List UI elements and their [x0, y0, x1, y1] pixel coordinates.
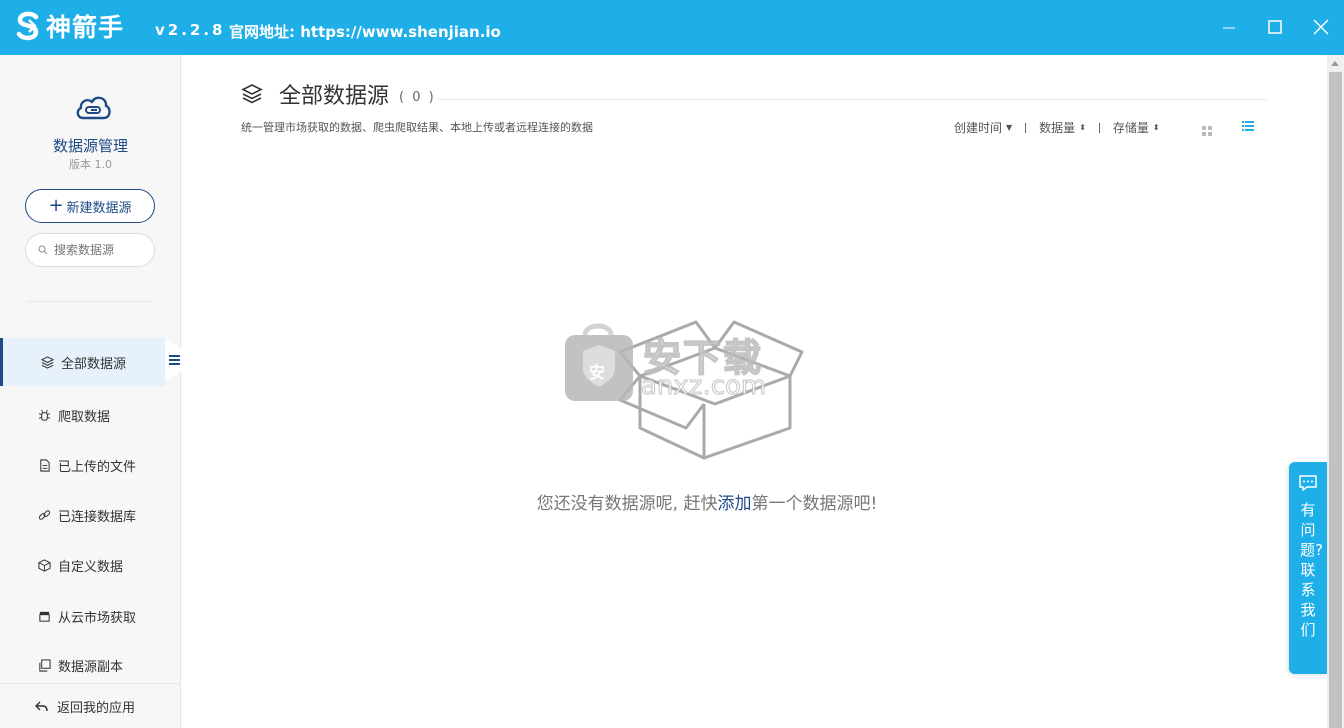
sidebar-item-all-datasources[interactable]: 全部数据源 — [0, 338, 165, 386]
page-title: 全部数据源 — [279, 84, 390, 109]
sidebar: 数据源管理 版本 1.0 + 新建数据源 全部数据源 爬取数据 已上传的文件 — [0, 55, 181, 728]
page-header: 全部数据源 ( 0 ) — [241, 78, 436, 110]
watermark-domain: anxz.com — [640, 371, 767, 402]
minimize-button[interactable] — [1214, 12, 1244, 42]
app-version: v2.2.8 — [155, 21, 226, 39]
title-bar: 神箭手 v2.2.8 官网地址: https://www.shenjian.io — [0, 0, 1344, 55]
copy-icon — [36, 657, 52, 673]
sort-separator — [1025, 122, 1027, 133]
page-subtitle: 统一管理市场获取的数据、爬虫爬取结果、本地上传或者远程连接的数据 — [241, 121, 593, 134]
app-name: 神箭手 — [46, 13, 125, 42]
menu-icon — [169, 355, 180, 365]
sort-created-time[interactable]: 创建时间 ▼ — [954, 119, 1012, 136]
close-icon — [1313, 19, 1329, 35]
new-datasource-label: 新建数据源 — [66, 200, 132, 216]
collapse-toggle[interactable] — [165, 340, 181, 380]
search-icon — [38, 245, 48, 255]
sort-down-icon: ▼ — [1006, 122, 1013, 132]
sidebar-item-label: 已上传的文件 — [58, 459, 137, 475]
help-contact-widget[interactable]: 有问题?联系我们 — [1289, 462, 1327, 674]
sidebar-item-label: 全部数据源 — [61, 356, 127, 372]
store-icon — [36, 608, 52, 624]
add-datasource-link[interactable]: 添加 — [717, 494, 751, 514]
datasource-count: ( 0 ) — [399, 89, 436, 105]
sort-label: 数据量 — [1039, 121, 1076, 135]
grid-icon — [1202, 126, 1212, 136]
scroll-up-arrow-icon[interactable] — [1331, 61, 1339, 66]
search-box[interactable] — [25, 233, 155, 267]
sort-data-volume[interactable]: 数据量 ⬍ — [1039, 119, 1086, 136]
layers-icon — [241, 84, 263, 104]
cube-icon — [36, 557, 52, 573]
sidebar-item-datasource-copies[interactable]: 数据源副本 — [0, 641, 181, 689]
sidebar-item-label: 自定义数据 — [58, 559, 124, 575]
sort-bar: 创建时间 ▼ 数据量 ⬍ 存储量 ⬍ — [954, 119, 1160, 136]
sidebar-item-label: 数据源副本 — [58, 659, 124, 675]
file-icon — [36, 457, 52, 473]
search-input[interactable] — [54, 243, 146, 257]
watermark: 安 安下载 anxz.com — [563, 321, 803, 411]
sidebar-item-label: 从云市场获取 — [58, 610, 137, 626]
sidebar-item-uploaded-files[interactable]: 已上传的文件 — [0, 441, 181, 489]
minimize-icon — [1223, 27, 1235, 29]
watermark-badge: 安 — [589, 363, 606, 382]
sort-updown-icon: ⬍ — [1079, 122, 1086, 132]
scrollbar-thumb[interactable] — [1329, 72, 1342, 728]
sidebar-item-crawled-data[interactable]: 爬取数据 — [0, 391, 181, 439]
help-label: 有问题?联系我们 — [1300, 501, 1323, 639]
close-button[interactable] — [1306, 12, 1336, 42]
sidebar-item-custom-data[interactable]: 自定义数据 — [0, 541, 181, 589]
grid-view-button[interactable] — [1202, 121, 1212, 140]
app-logo: 神箭手 — [14, 9, 124, 43]
empty-prefix: 您还没有数据源呢, 赶快 — [536, 494, 718, 514]
spider-icon — [36, 407, 52, 423]
sort-label: 创建时间 — [954, 121, 1003, 135]
sort-updown-icon: ⬍ — [1152, 122, 1160, 132]
website-label[interactable]: 官网地址: https://www.shenjian.io — [229, 21, 501, 42]
sidebar-item-label: 爬取数据 — [58, 409, 111, 425]
maximize-button[interactable] — [1260, 12, 1290, 42]
empty-suffix: 第一个数据源吧! — [751, 494, 878, 514]
new-datasource-button[interactable]: + 新建数据源 — [25, 189, 155, 223]
plus-icon: + — [48, 195, 64, 216]
list-view-button[interactable] — [1239, 117, 1257, 135]
header-divider — [438, 99, 1267, 100]
cloud-link-icon — [76, 96, 111, 120]
sort-separator — [1098, 122, 1100, 133]
chat-bubble-icon — [1299, 475, 1317, 491]
sort-storage[interactable]: 存储量 ⬍ — [1113, 119, 1160, 136]
layers-icon — [39, 354, 55, 370]
back-to-apps-label: 返回我的应用 — [57, 700, 136, 716]
back-icon — [35, 701, 48, 712]
sidebar-divider — [27, 301, 153, 302]
maximize-icon — [1268, 20, 1282, 34]
list-icon — [1242, 121, 1254, 131]
empty-state-message: 您还没有数据源呢, 赶快添加第一个数据源吧! — [0, 489, 1344, 514]
sidebar-title: 数据源管理 — [52, 137, 128, 155]
logo-s-icon — [16, 11, 39, 41]
sidebar-version: 版本 1.0 — [69, 158, 112, 171]
sort-label: 存储量 — [1112, 121, 1149, 135]
sidebar-item-cloud-market[interactable]: 从云市场获取 — [0, 592, 181, 640]
back-to-apps-button[interactable]: 返回我的应用 — [0, 683, 180, 728]
